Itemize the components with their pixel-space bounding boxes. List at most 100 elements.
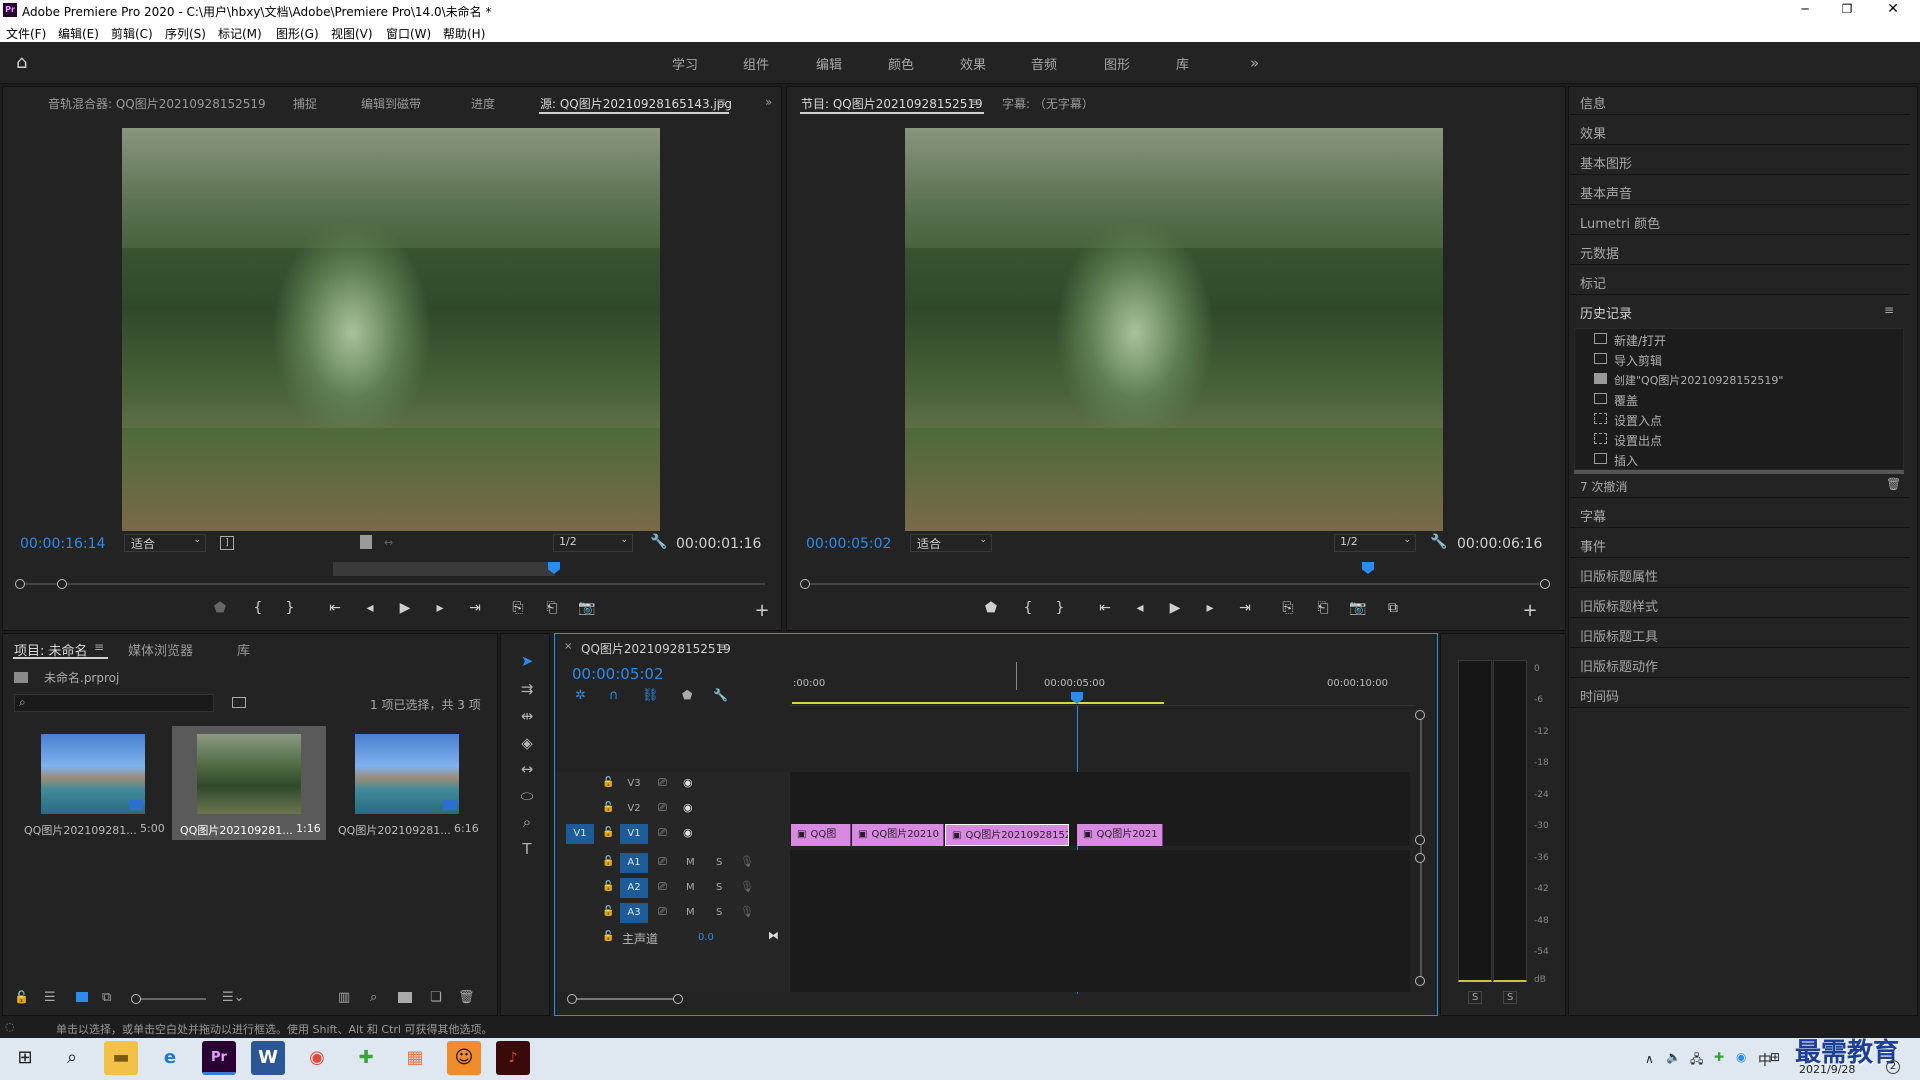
track-label[interactable]: V3 (620, 774, 648, 794)
go-to-out-icon[interactable]: ⇥ (1235, 600, 1255, 616)
panel-history-title[interactable]: 历史记录 (1580, 303, 1632, 322)
snap-icon[interactable]: ∩ (609, 688, 619, 703)
menu-marker[interactable]: 标记(M) (218, 25, 262, 42)
menu-help[interactable]: 帮助(H) (443, 25, 485, 42)
program-playhead[interactable] (1362, 562, 1374, 574)
mute-button[interactable]: M (686, 907, 695, 918)
track-label[interactable]: V1 (620, 824, 648, 844)
menu-view[interactable]: 视图(V) (331, 25, 373, 42)
panel-markers[interactable]: 标记 (1580, 273, 1606, 292)
track-select-tool-icon[interactable]: ⇉ (516, 680, 538, 700)
history-item[interactable]: 插入 (1614, 452, 1638, 469)
eye-icon[interactable]: ◉ (683, 776, 693, 789)
trash-icon[interactable]: 🗑 (1886, 477, 1901, 491)
tab-captions[interactable]: 字幕: （无字幕） (1002, 95, 1094, 112)
app-tiles-icon[interactable]: ▦ (398, 1041, 432, 1075)
workspace-learn[interactable]: 学习 (672, 54, 698, 73)
sync-lock-icon[interactable]: ⎚ (658, 880, 667, 894)
freeform-view-icon[interactable]: ⧉ (102, 990, 111, 1005)
tab-audio-mixer[interactable]: 音轨混合器: QQ图片20210928152519 (48, 95, 266, 112)
hand-tool-icon[interactable]: ⌕ (516, 813, 538, 833)
program-time-ruler[interactable] (800, 562, 1545, 578)
keyboard-icon[interactable]: ⊞ (1770, 1050, 1780, 1064)
panel-events[interactable]: 事件 (1580, 536, 1606, 555)
linked-selection-icon[interactable]: ⛓ (642, 688, 659, 703)
windows-start-icon[interactable]: ⊞ (8, 1041, 42, 1075)
play-icon[interactable]: ▶ (395, 600, 415, 616)
history-menu-icon[interactable]: ≡ (1884, 303, 1894, 317)
pen-tool-icon[interactable]: ⬭ (516, 787, 538, 807)
menu-clip[interactable]: 剪辑(C) (111, 25, 153, 42)
track-label[interactable]: A1 (620, 853, 648, 873)
add-button-icon[interactable]: + (1520, 600, 1540, 621)
restore-icon[interactable]: ❐ (1840, 2, 1854, 16)
tab-source[interactable]: 源: QQ图片20210928165143.jpg (540, 95, 732, 112)
close-icon[interactable]: ✕ (1886, 1, 1900, 17)
mark-in-icon[interactable]: { (248, 600, 268, 616)
timeline-zoom-scrollbar[interactable] (567, 994, 683, 1004)
track-label[interactable]: A2 (620, 878, 648, 898)
selection-tool-icon[interactable]: ➤ (516, 652, 538, 672)
track-label[interactable]: V2 (620, 799, 648, 819)
comparison-view-icon[interactable]: ⧉ (1383, 600, 1403, 616)
workspace-effects[interactable]: 效果 (960, 54, 986, 73)
eye-icon[interactable]: ◉ (683, 801, 693, 814)
chrome-icon[interactable]: ◉ (300, 1041, 334, 1075)
program-zoom-select[interactable]: 适合 ⌄ (910, 534, 992, 552)
panel-info[interactable]: 信息 (1580, 93, 1606, 112)
tray-chevron-icon[interactable]: ∧ (1645, 1052, 1654, 1066)
history-item[interactable]: 设置入点 (1614, 412, 1662, 429)
add-button-icon[interactable]: + (752, 600, 772, 621)
microphone-icon[interactable]: 🎙 (740, 855, 754, 868)
tab-menu-icon[interactable]: ≡ (718, 640, 728, 654)
find-icon[interactable]: ⌕ (370, 990, 377, 1005)
thumbnail-size-slider[interactable] (131, 994, 206, 1004)
source-playhead-timecode[interactable]: 00:00:16:14 (20, 536, 105, 552)
source-zoom-scroll[interactable] (15, 579, 765, 589)
panel-captions[interactable]: 字幕 (1580, 506, 1606, 525)
new-item-icon[interactable]: ❏ (430, 990, 442, 1005)
panel-essential-sound[interactable]: 基本声音 (1580, 183, 1632, 202)
close-icon[interactable]: × (564, 641, 572, 652)
sync-lock-icon[interactable]: ⎚ (658, 826, 667, 840)
lock-icon[interactable]: 🔓 (602, 881, 614, 892)
trash-icon[interactable]: 🗑 (458, 990, 475, 1005)
timeline-clip[interactable]: ▣ QQ图片20210 (852, 824, 944, 846)
sync-lock-icon[interactable]: ⎚ (658, 855, 667, 869)
master-volume-value[interactable]: 0.0 (698, 932, 714, 943)
edge-icon[interactable]: e (153, 1041, 187, 1075)
lock-icon[interactable]: 🔓 (602, 906, 614, 917)
add-marker-icon[interactable]: ⬟ (981, 600, 1001, 616)
tab-program[interactable]: 节目: QQ图片20210928152519 (801, 95, 983, 112)
workspace-color[interactable]: 颜色 (888, 54, 914, 73)
source-time-ruler[interactable] (20, 562, 765, 578)
panel-effects[interactable]: 效果 (1580, 123, 1606, 142)
menu-graphics[interactable]: 图形(G) (276, 25, 319, 42)
tray-app-icon[interactable]: ✚ (1714, 1050, 1724, 1064)
timeline-vertical-scrollbar[interactable] (1415, 710, 1425, 986)
program-zoom-scroll[interactable] (800, 579, 1550, 589)
file-explorer-icon[interactable]: ▬ (104, 1041, 138, 1075)
sync-lock-icon[interactable]: ⎚ (658, 905, 667, 919)
step-back-icon[interactable]: ◂ (360, 600, 380, 616)
drag-video-icon[interactable] (360, 535, 372, 549)
step-forward-icon[interactable]: ▸ (430, 600, 450, 616)
extract-icon[interactable]: ⎗ (1313, 600, 1333, 616)
wrench-icon[interactable]: 🔧 (1430, 534, 1447, 550)
add-marker-icon[interactable]: ⬟ (682, 688, 692, 702)
solo-button[interactable]: S (716, 907, 722, 918)
type-tool-icon[interactable]: T (516, 840, 538, 860)
history-item[interactable]: 创建"QQ图片20210928152519" (1614, 372, 1783, 388)
workspace-assembly[interactable]: 组件 (743, 54, 769, 73)
history-item[interactable]: 新建/打开 (1614, 332, 1666, 349)
timeline-clip[interactable]: ▣ QQ图 (791, 824, 851, 846)
lock-icon[interactable]: 🔓 (602, 802, 614, 813)
new-bin-from-search-icon[interactable] (232, 697, 246, 708)
sort-icon[interactable]: ☰⌄ (222, 990, 245, 1005)
nest-icon[interactable]: ✲ (575, 688, 586, 703)
more-workspaces-icon[interactable]: » (1250, 54, 1259, 72)
app-red-icon[interactable]: ♪ (496, 1041, 530, 1075)
work-area-bar[interactable] (792, 702, 1164, 704)
track-label[interactable]: A3 (620, 903, 648, 923)
mark-in-icon[interactable]: { (1018, 600, 1038, 616)
